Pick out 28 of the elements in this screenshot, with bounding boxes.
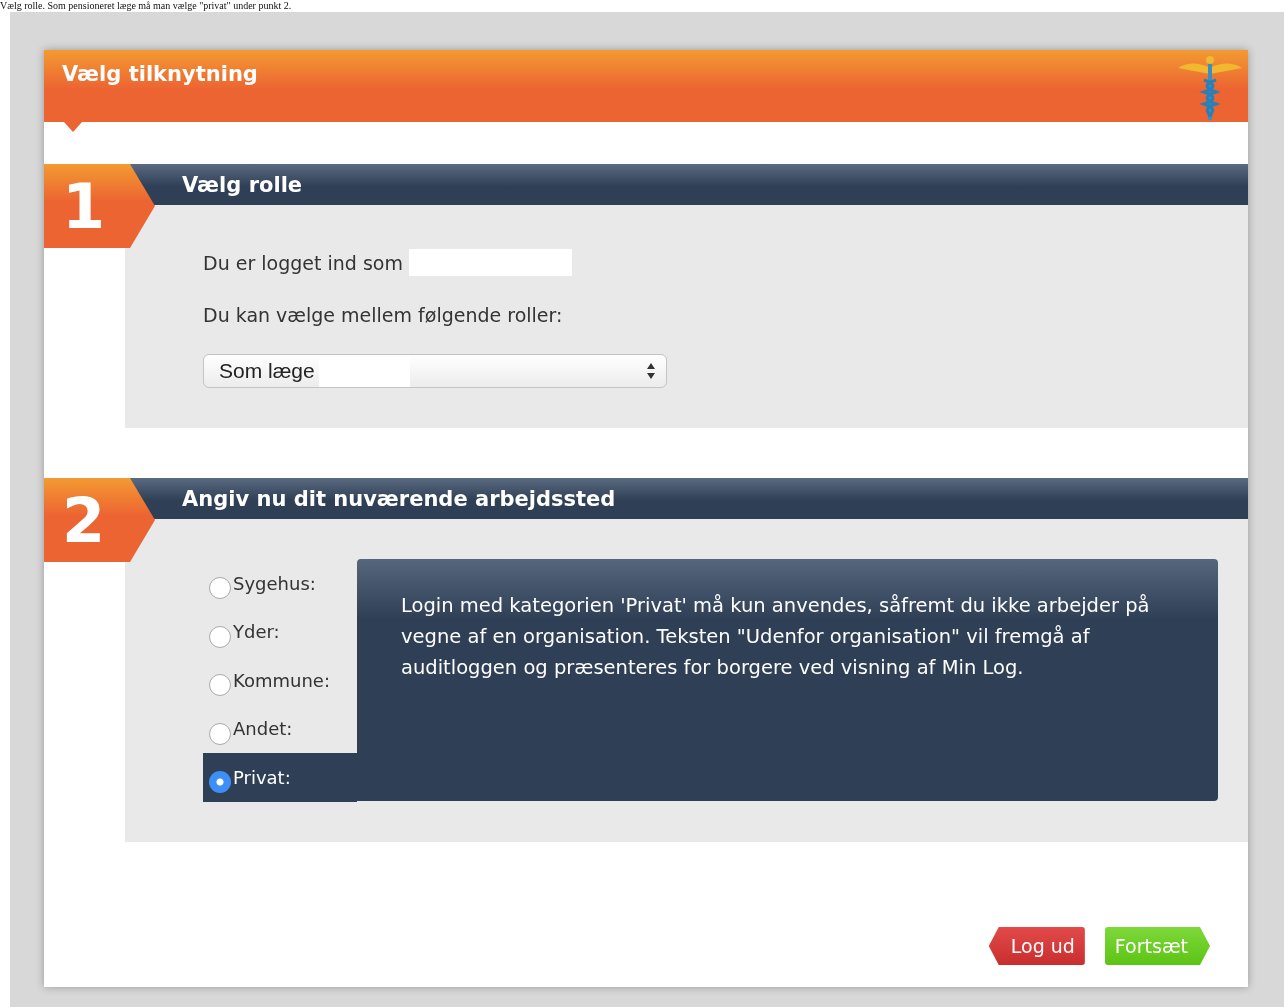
option-label: Privat: (233, 766, 291, 788)
option-label: Sygehus: (233, 572, 316, 594)
option-label: Andet: (233, 718, 293, 740)
option-label: Kommune: (233, 669, 330, 691)
radio-option[interactable]: Yder: (203, 607, 357, 656)
radio-button[interactable] (209, 577, 231, 600)
select-arrows-icon (646, 361, 656, 381)
logout-button[interactable]: Log ud (988, 927, 1085, 965)
roles-label: Du kan vælge mellem følgende roller: (203, 304, 563, 326)
radio-option[interactable]: Privat: (203, 753, 357, 802)
caption-text: Vælg rolle. Som pensioneret læge må man vælge "privat" under punkt 2. (0, 0, 292, 11)
option-label: Yder: (233, 621, 280, 643)
role-select[interactable]: Som læge (203, 354, 667, 388)
dialog-title: Vælg tilknytning (62, 62, 258, 86)
select-value: Som læge (219, 359, 315, 383)
section-title: Vælg rolle (182, 172, 303, 197)
radio-button[interactable] (209, 722, 231, 745)
radio-option[interactable]: Sygehus: (203, 559, 357, 608)
radio-button[interactable] (209, 674, 231, 697)
logged-in-label: Du er logget ind som (203, 251, 403, 274)
info-text: Login med kategorien 'Privat' må kun anvendes, såfremt du ikke arbejder på vegne af en organisation. Teksten "Udenfor organisation" vil fremgå af auditloggen og præsenteres for borgere ved visning af Min Log. (401, 593, 1151, 681)
radio-option[interactable]: Kommune: (203, 656, 357, 705)
radio-button[interactable] (209, 771, 231, 794)
caduceus-icon (1176, 54, 1244, 122)
radio-button[interactable] (209, 625, 231, 648)
radio-option[interactable]: Andet: (203, 704, 357, 753)
section-title: Angiv nu dit nuværende arbejdssted (182, 486, 616, 511)
header-pointer (64, 122, 82, 132)
